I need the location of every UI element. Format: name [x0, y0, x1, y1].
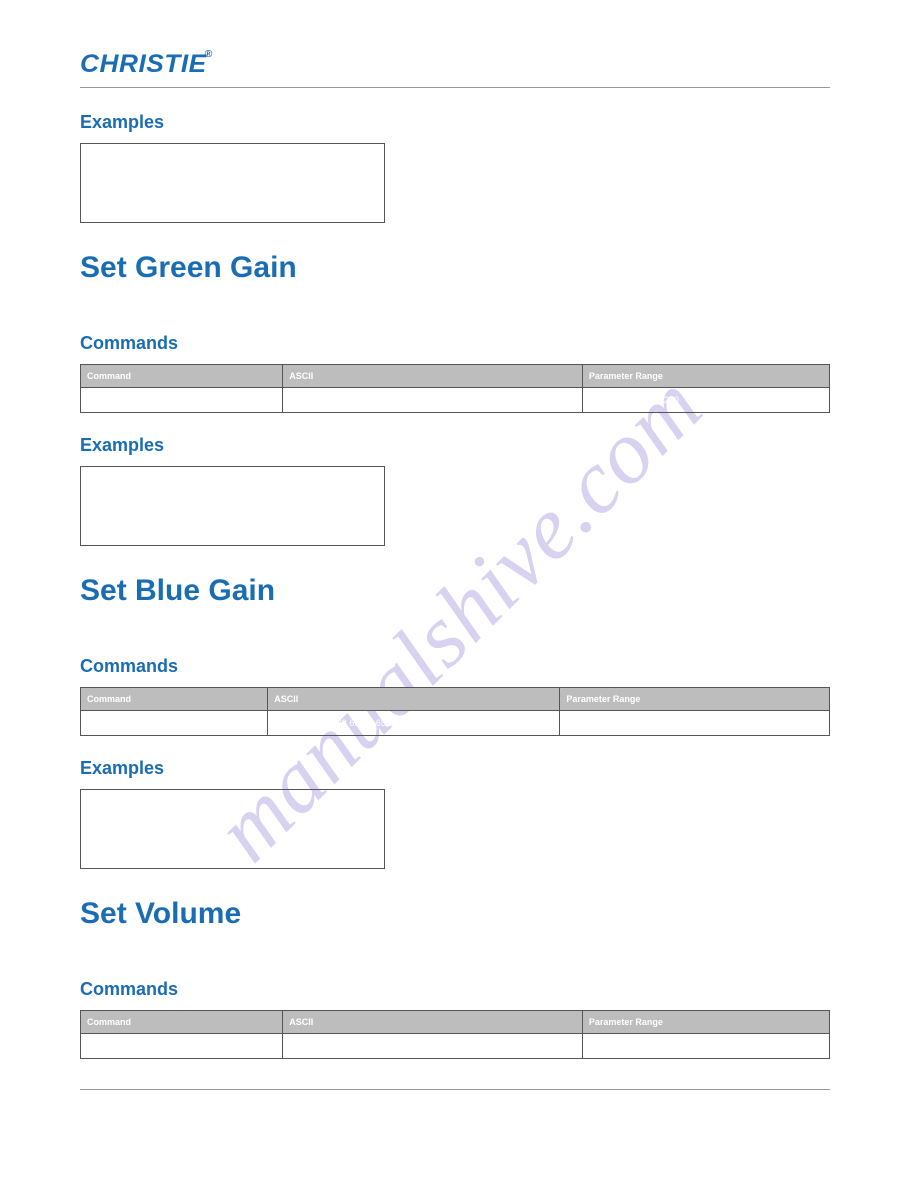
examples-heading: Examples [80, 112, 830, 133]
table-row: (Set Volume #) 28 53 65 74 20 56 6F 6C 7… [81, 1034, 830, 1059]
table-cell: (Set Volume #) [81, 1034, 283, 1059]
table-header-row: Command ASCII Parameter Range [81, 688, 830, 711]
example-box [80, 143, 385, 223]
brand-name: CHRISTIE [80, 50, 207, 78]
table-header: ASCII [283, 1011, 583, 1034]
example-box [80, 789, 385, 869]
example-box [80, 466, 385, 546]
table-header: ASCII [283, 365, 583, 388]
table-cell: (Set Blue Gain #) [81, 711, 268, 736]
table-header: ASCII [268, 688, 560, 711]
examples-heading: Examples [80, 758, 830, 779]
commands-table-green: Command ASCII Parameter Range (Set Green… [80, 364, 830, 413]
table-header-row: Command ASCII Parameter Range [81, 1011, 830, 1034]
table-cell: # = value range 0~100 [582, 1034, 829, 1059]
table-cell: 28 53 65 74 20 56 6F 6C 75 6D 65 20 23 2… [283, 1034, 583, 1059]
table-cell: (Set Green Gain #) [81, 388, 283, 413]
table-header-row: Command ASCII Parameter Range [81, 365, 830, 388]
table-cell: # = value range 0~200 [582, 388, 829, 413]
header-divider [80, 87, 830, 88]
commands-heading: Commands [80, 656, 830, 677]
commands-table-blue: Command ASCII Parameter Range (Set Blue … [80, 687, 830, 736]
footer-divider [80, 1089, 830, 1090]
commands-heading: Commands [80, 979, 830, 1000]
section-heading-blue-gain: Set Blue Gain [80, 574, 830, 608]
table-header: Command [81, 688, 268, 711]
table-row: (Set Blue Gain #) 28 53 65 74 20 42 6C 7… [81, 711, 830, 736]
table-cell: # = value range 0~200 [560, 711, 830, 736]
table-cell: 28 53 65 74 20 42 6C 75 65 20 47 61 69 6… [268, 711, 560, 736]
table-header: Parameter Range [582, 1011, 829, 1034]
table-header: Command [81, 365, 283, 388]
commands-heading: Commands [80, 333, 830, 354]
page-content: CHRISTIE® Examples Set Green Gain Comman… [0, 0, 918, 1130]
table-header: Parameter Range [582, 365, 829, 388]
table-row: (Set Green Gain #) 28 53 65 74 20 47 72 … [81, 388, 830, 413]
brand-logo: CHRISTIE® [80, 50, 867, 79]
commands-table-volume: Command ASCII Parameter Range (Set Volum… [80, 1010, 830, 1059]
table-cell: 28 53 65 74 20 47 72 65 65 6E 20 47 61 6… [283, 388, 583, 413]
examples-heading: Examples [80, 435, 830, 456]
section-heading-green-gain: Set Green Gain [80, 251, 830, 285]
table-header: Parameter Range [560, 688, 830, 711]
table-header: Command [81, 1011, 283, 1034]
registered-mark: ® [205, 49, 213, 60]
section-heading-volume: Set Volume [80, 897, 830, 931]
